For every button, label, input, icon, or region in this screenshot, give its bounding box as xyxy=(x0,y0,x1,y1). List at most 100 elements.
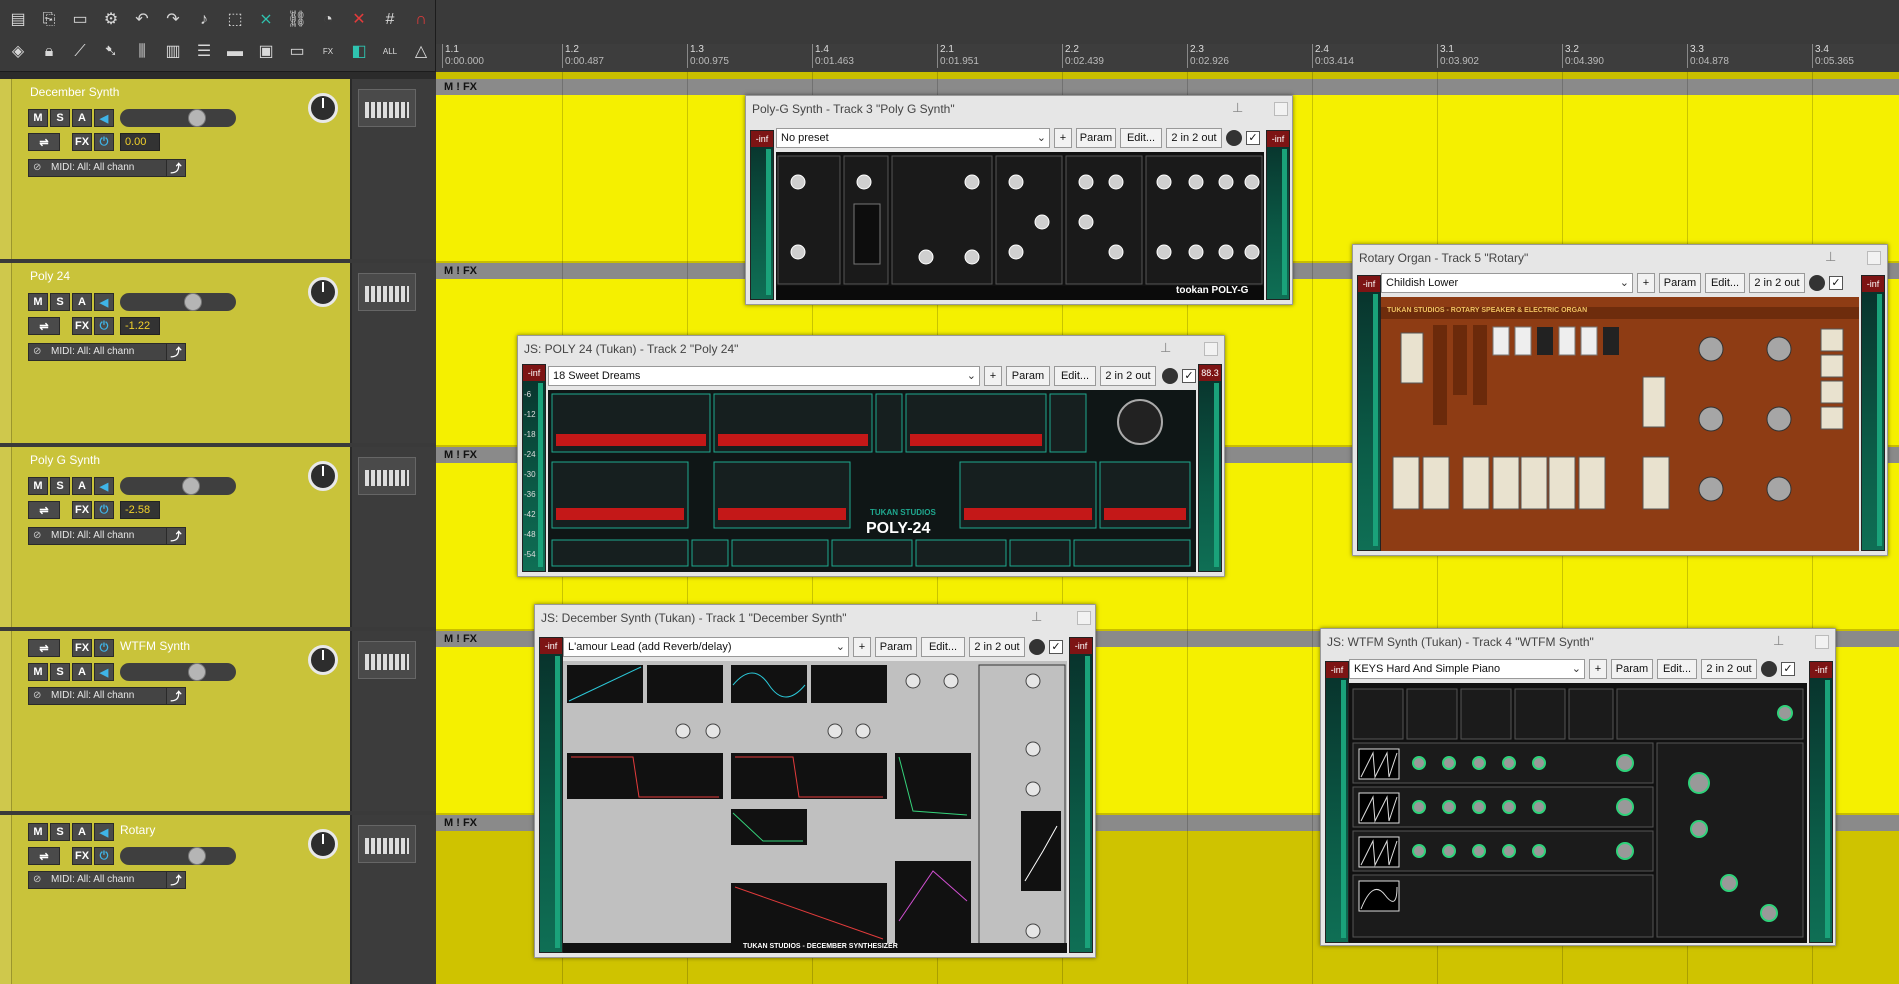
december-plugin-ui[interactable]: TUKAN STUDIOS - DECEMBER SYNTHESIZER xyxy=(563,661,1067,953)
solo-button[interactable]: S xyxy=(50,663,70,681)
wtfm-synth-panel[interactable] xyxy=(1349,683,1807,943)
fx-power-icon[interactable]: ⏻ xyxy=(94,639,114,657)
speaker-icon[interactable]: ▣ xyxy=(252,38,280,66)
track-3[interactable]: Poly G Synth M S A ◀ ⇌ FX ⏻ -2.58 ⊘ MIDI:… xyxy=(0,447,436,629)
instrument-icon[interactable] xyxy=(358,457,416,495)
bypass-checkbox[interactable]: ✓ xyxy=(1246,131,1260,145)
io-pins-button[interactable]: 2 in 2 out xyxy=(1100,366,1156,386)
wet-knob[interactable] xyxy=(1029,639,1045,655)
close-icon[interactable] xyxy=(1077,611,1091,625)
polyg-plugin-ui[interactable]: tookan POLY-G xyxy=(776,152,1264,300)
preset-select[interactable]: L'amour Lead (add Reverb/delay) ⌄ xyxy=(563,637,849,657)
fader-knob[interactable] xyxy=(188,847,206,865)
mute-button[interactable]: M xyxy=(28,477,48,495)
edit-button[interactable]: Edit... xyxy=(921,637,965,657)
mixer-faders-icon[interactable]: ▥ xyxy=(159,38,187,66)
volume-fader[interactable] xyxy=(120,477,236,495)
edit-button[interactable]: Edit... xyxy=(1705,273,1745,293)
wet-knob[interactable] xyxy=(1226,130,1242,146)
io-button[interactable]: ⇌ xyxy=(28,317,60,335)
midi-routing-button[interactable]: ⤴ xyxy=(166,687,186,705)
instrument-icon[interactable] xyxy=(358,825,416,863)
fx-button[interactable]: FX xyxy=(72,317,92,335)
fx-power-icon[interactable]: ⏻ xyxy=(94,501,114,519)
param-button[interactable]: Param xyxy=(1006,366,1050,386)
midi-input-select[interactable]: ⊘MIDI: All: All chann⇕ xyxy=(28,687,184,705)
rotary-plugin-ui[interactable]: TUKAN STUDIOS - ROTARY SPEAKER & ELECTRI… xyxy=(1381,297,1859,551)
volume-fader[interactable] xyxy=(120,847,236,865)
polyg-synth-panel[interactable] xyxy=(776,152,1264,300)
mute-button[interactable]: M xyxy=(28,109,48,127)
midi-input-select[interactable]: ⊘MIDI: All: All chann⇕ xyxy=(28,871,184,889)
fx-button[interactable]: FX xyxy=(72,847,92,865)
all-icon[interactable]: ALL xyxy=(376,38,404,66)
solo-button[interactable]: S xyxy=(50,823,70,841)
volume-knob[interactable] xyxy=(308,461,338,491)
timeline-ruler[interactable] xyxy=(436,0,1899,72)
add-preset-button[interactable]: + xyxy=(984,366,1002,386)
route-icon[interactable]: ➷ xyxy=(97,38,125,66)
mute-button[interactable]: M xyxy=(28,663,48,681)
param-button[interactable]: Param xyxy=(1659,273,1701,293)
speaker-icon[interactable]: ◀ xyxy=(94,109,114,127)
fader-knob[interactable] xyxy=(182,477,200,495)
add-preset-button[interactable]: + xyxy=(1589,659,1607,679)
fx-button[interactable]: FX xyxy=(72,133,92,151)
automation-button[interactable]: A xyxy=(72,823,92,841)
plugin-window-rotary[interactable]: Rotary Organ - Track 5 "Rotary" ⊥ -inf -… xyxy=(1352,244,1888,556)
pin-icon[interactable]: ⊥ xyxy=(1773,633,1784,649)
track-name[interactable]: December Synth xyxy=(30,85,119,99)
fx-chain-icon[interactable]: ☰ xyxy=(190,38,218,66)
param-button[interactable]: Param xyxy=(1076,128,1116,148)
crossfade-icon[interactable]: ✕ xyxy=(345,6,373,34)
preset-select[interactable]: Childish Lower ⌄ xyxy=(1381,273,1633,293)
instrument-icon[interactable] xyxy=(358,641,416,679)
item-properties-icon[interactable]: ◈ xyxy=(4,38,32,66)
io-pins-button[interactable]: 2 in 2 out xyxy=(1749,273,1805,293)
fx-bypass-icon[interactable]: FX xyxy=(314,38,342,66)
plugin-window-wtfm[interactable]: JS: WTFM Synth (Tukan) - Track 4 "WTFM S… xyxy=(1320,628,1836,946)
track-name[interactable]: Poly G Synth xyxy=(30,453,100,467)
speaker-icon[interactable]: ◀ xyxy=(94,663,114,681)
pan-value[interactable]: -2.58 xyxy=(120,501,160,519)
wtfm-plugin-ui[interactable] xyxy=(1349,683,1807,943)
midi-routing-button[interactable]: ⤴ xyxy=(166,159,186,177)
automation-button[interactable]: A xyxy=(72,293,92,311)
volume-knob[interactable] xyxy=(308,645,338,675)
wet-knob[interactable] xyxy=(1162,368,1178,384)
param-button[interactable]: Param xyxy=(875,637,917,657)
magnet-icon[interactable]: ∩ xyxy=(407,6,435,34)
io-button[interactable]: ⇌ xyxy=(28,639,60,657)
record-arm-icon[interactable]: ◧ xyxy=(345,38,373,66)
bypass-checkbox[interactable]: ✓ xyxy=(1182,369,1196,383)
plugin-window-poly24[interactable]: JS: POLY 24 (Tukan) - Track 2 "Poly 24" … xyxy=(517,335,1225,577)
pin-icon[interactable]: ⊥ xyxy=(1232,100,1243,116)
envelope-icon[interactable]: ◔ xyxy=(314,6,342,34)
fx-power-icon[interactable]: ⏻ xyxy=(94,133,114,151)
track-4[interactable]: ⇌ FX ⏻ WTFM Synth M S A ◀ ⊘ MIDI: All: Al… xyxy=(0,631,436,813)
fx-power-icon[interactable]: ⏻ xyxy=(94,847,114,865)
edit-button[interactable]: Edit... xyxy=(1657,659,1697,679)
volume-fader[interactable] xyxy=(120,663,236,681)
poly24-synth-panel[interactable] xyxy=(548,390,1196,572)
midi-input-select[interactable]: ⊘MIDI: All: All chann⇕ xyxy=(28,159,184,177)
preset-select[interactable]: KEYS Hard And Simple Piano ⌄ xyxy=(1349,659,1585,679)
solo-button[interactable]: S xyxy=(50,293,70,311)
volume-knob[interactable] xyxy=(308,93,338,123)
solo-button[interactable]: S xyxy=(50,477,70,495)
rotary-organ-panel[interactable] xyxy=(1381,297,1859,551)
link-icon[interactable]: ⛓ xyxy=(283,6,311,34)
close-icon[interactable] xyxy=(1815,635,1829,649)
track-5[interactable]: M S A ◀ Rotary ⇌ FX ⏻ ⊘ MIDI: All: All ch… xyxy=(0,815,436,984)
fx-power-icon[interactable]: ⏻ xyxy=(94,317,114,335)
plugin-window-polyg[interactable]: Poly-G Synth - Track 3 "Poly G Synth" ⊥ … xyxy=(745,95,1293,305)
io-pins-button[interactable]: 2 in 2 out xyxy=(1701,659,1757,679)
solo-button[interactable]: S xyxy=(50,109,70,127)
io-pins-button[interactable]: 2 in 2 out xyxy=(969,637,1025,657)
ruler-icon[interactable]: ⟋ xyxy=(66,38,94,66)
volume-fader[interactable] xyxy=(120,293,236,311)
lock-icon[interactable]: 🔒︎ xyxy=(35,38,63,66)
midi-input-select[interactable]: ⊘MIDI: All: All chann⇕ xyxy=(28,527,184,545)
undo-icon[interactable]: ↶ xyxy=(128,6,156,34)
bypass-checkbox[interactable]: ✓ xyxy=(1829,276,1843,290)
